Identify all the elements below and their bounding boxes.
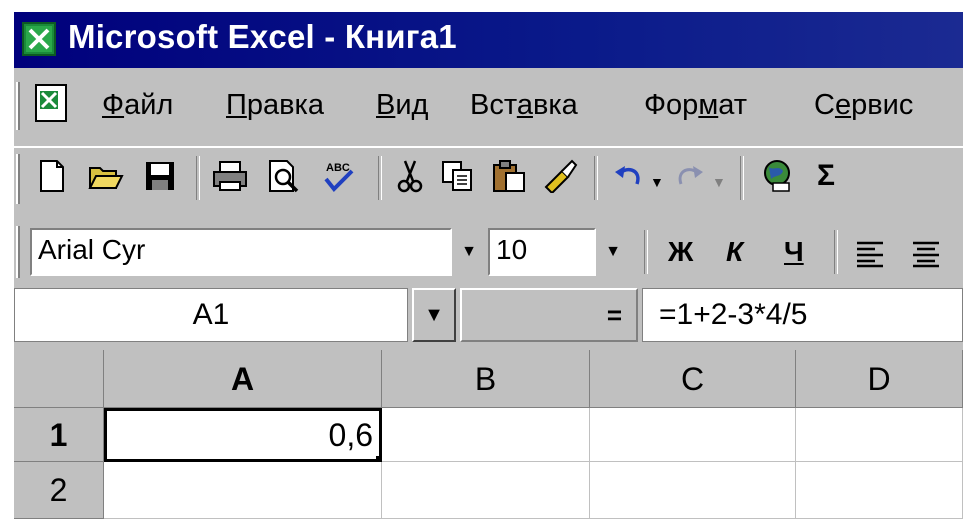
column-header-d[interactable]: D	[796, 350, 963, 408]
autosum-icon[interactable]: Σ	[806, 156, 846, 196]
row-header-1[interactable]: 1	[14, 408, 104, 462]
undo-dropdown-icon[interactable]: ▼	[650, 174, 664, 190]
menu-bar: Файл Правка Вид Вставка Формат Сервис	[14, 78, 963, 136]
formatting-toolbar: Arial Cyr ▼ 10 ▼ Ж К Ч	[14, 222, 963, 284]
cell-d2[interactable]	[796, 462, 963, 519]
menu-format-label-pre: Фор	[644, 89, 699, 121]
menu-view-hotkey: В	[376, 89, 396, 121]
toolbar-separator	[594, 156, 598, 200]
toolbar-separator	[644, 230, 648, 274]
menu-insert[interactable]: Вставка	[470, 89, 578, 122]
align-center-icon[interactable]	[906, 234, 946, 274]
font-name-combo[interactable]: Arial Cyr	[30, 228, 452, 276]
font-name-dropdown-icon[interactable]: ▼	[454, 232, 484, 272]
menu-edit-label-post: равка	[246, 89, 324, 121]
menu-file-hotkey: Ф	[102, 89, 125, 121]
toolbar-separator	[378, 156, 382, 200]
column-header-c[interactable]: C	[590, 350, 796, 408]
menu-insert-label-pre: Вст	[470, 89, 517, 121]
title-bar[interactable]: Microsoft Excel - Книга1	[14, 12, 963, 68]
cell-a2[interactable]	[104, 462, 382, 519]
menu-tools[interactable]: Сервис	[814, 89, 913, 122]
menu-format[interactable]: Формат	[644, 89, 747, 122]
new-document-icon[interactable]	[32, 156, 72, 196]
web-icon[interactable]	[758, 156, 798, 196]
name-box[interactable]: A1	[14, 288, 408, 342]
select-all-corner[interactable]	[14, 350, 104, 408]
formula-input[interactable]: =1+2-3*4/5	[642, 288, 963, 342]
menu-view-label-post: ид	[395, 89, 429, 121]
print-preview-icon[interactable]	[264, 156, 304, 196]
toolbar-separator	[740, 156, 744, 200]
align-left-icon[interactable]	[850, 234, 890, 274]
column-header-b[interactable]: B	[382, 350, 590, 408]
cell-c2[interactable]	[590, 462, 796, 519]
menu-tools-hotkey: е	[834, 89, 852, 121]
cell-b2[interactable]	[382, 462, 590, 519]
undo-icon[interactable]	[608, 156, 648, 196]
font-name-value: Arial Cyr	[38, 234, 146, 265]
font-size-combo[interactable]: 10	[488, 228, 596, 276]
menu-file-label-post: айл	[124, 89, 174, 121]
worksheet-grid: A B C D 1 2 0,6	[14, 350, 963, 519]
toolbar-separator	[196, 156, 200, 200]
italic-button[interactable]: К	[726, 236, 743, 268]
open-folder-icon[interactable]	[86, 156, 126, 196]
font-size-dropdown-icon[interactable]: ▼	[598, 232, 628, 272]
menu-edit[interactable]: Правка	[226, 89, 324, 122]
menu-view[interactable]: Вид	[376, 89, 428, 122]
menu-format-hotkey: м	[698, 89, 719, 121]
menu-format-label-post: ат	[718, 89, 748, 121]
bold-button[interactable]: Ж	[668, 236, 693, 268]
row-header-2[interactable]: 2	[14, 462, 104, 519]
standard-toolbar: ABC ▼ ▼ Σ	[14, 146, 963, 210]
redo-icon[interactable]	[670, 156, 710, 196]
fmtbar-grip[interactable]	[16, 226, 20, 278]
print-icon[interactable]	[210, 156, 250, 196]
svg-text:ABC: ABC	[326, 162, 350, 174]
menu-tools-label-pre: С	[814, 89, 835, 121]
redo-dropdown-icon[interactable]: ▼	[712, 174, 726, 190]
underline-button[interactable]: Ч	[784, 236, 804, 268]
menubar-grip[interactable]	[16, 82, 20, 130]
save-icon[interactable]	[140, 156, 180, 196]
copy-icon[interactable]	[438, 156, 478, 196]
excel-logo-icon[interactable]	[22, 22, 56, 56]
cell-a1[interactable]: 0,6	[104, 408, 382, 462]
toolbar-separator	[834, 230, 838, 274]
window-title: Microsoft Excel - Книга1	[68, 18, 457, 55]
screen-frame: Microsoft Excel - Книга1 Файл Правка Вид…	[0, 0, 963, 519]
name-box-dropdown-icon[interactable]: ▼	[412, 288, 456, 342]
paste-icon[interactable]	[490, 156, 530, 196]
menu-insert-hotkey: а	[516, 89, 533, 121]
toolbar-grip[interactable]	[16, 154, 20, 204]
column-header-a[interactable]: A	[104, 350, 382, 408]
spelling-icon[interactable]: ABC	[318, 156, 358, 196]
cut-icon[interactable]	[390, 156, 430, 196]
cell-d1[interactable]	[796, 408, 963, 462]
formula-bar: A1 ▼ = =1+2-3*4/5	[14, 284, 963, 350]
menu-tools-label-post: рвис	[851, 89, 914, 121]
font-size-value: 10	[496, 234, 528, 265]
format-painter-icon[interactable]	[540, 156, 580, 196]
workbook-document-icon[interactable]	[30, 83, 72, 125]
cell-b1[interactable]	[382, 408, 590, 462]
menu-edit-hotkey: П	[226, 89, 247, 121]
edit-formula-button[interactable]: =	[460, 288, 638, 342]
menu-insert-label-post: вка	[532, 89, 578, 121]
menu-file[interactable]: Файл	[102, 89, 173, 122]
cell-c1[interactable]	[590, 408, 796, 462]
excel-window: Microsoft Excel - Книга1 Файл Правка Вид…	[14, 12, 963, 519]
